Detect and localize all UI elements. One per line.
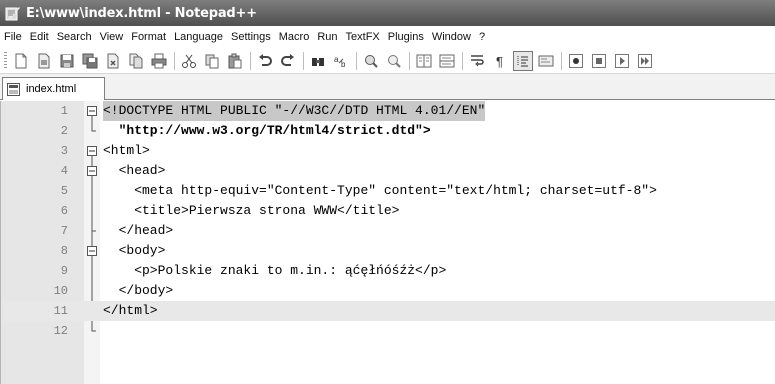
code-line-2[interactable]: 2 "http://www.w3.org/TR/html4/strict.dtd… [1,121,775,141]
copy-icon[interactable] [202,51,222,71]
document-saved-icon [7,82,20,96]
code-line-8[interactable]: 8 <body> [1,241,775,261]
line-9-paragraph: <p>Polskie znaki to m.in.: ąćęłńóśźż</p> [103,263,447,278]
code-editor[interactable]: 1 <!DOCTYPE HTML PUBLIC "-//W3C//DTD HTM… [0,101,775,384]
line-number: 2 [60,124,68,138]
toolbar-separator [409,51,410,70]
title-bar: E:\www\index.html - Notepad++ [0,0,775,26]
menu-macro[interactable]: Macro [275,31,314,43]
window-title: E:\www\index.html - Notepad++ [26,5,257,21]
play-macro-icon[interactable] [612,51,632,71]
tab-label: index.html [26,83,77,95]
close-icon[interactable] [103,51,123,71]
line-number: 1 [60,104,68,118]
paste-icon[interactable] [225,51,245,71]
zoom-out-icon[interactable] [384,51,404,71]
line-number: 11 [53,304,68,318]
line-number: 9 [60,264,68,278]
line-2-doctype-url: "http://www.w3.org/TR/html4/strict.dtd"> [103,123,431,138]
menu-settings[interactable]: Settings [227,31,275,43]
line-number: 5 [60,184,68,198]
toolbar-grip[interactable] [4,51,7,70]
menu-help[interactable]: ? [475,31,489,43]
zoom-in-icon[interactable] [361,51,381,71]
menu-plugins[interactable]: Plugins [384,31,428,43]
save-icon[interactable] [57,51,77,71]
line-number: 6 [60,204,68,218]
replace-icon[interactable]: ab [331,51,351,71]
line-5-meta: <meta http-equiv="Content-Type" content=… [103,183,657,198]
user-language-icon[interactable] [536,51,556,71]
line-7-head-close: </head> [103,223,174,238]
show-all-chars-icon[interactable]: ¶ [490,51,510,71]
toolbar-separator [356,51,357,70]
menu-edit[interactable]: Edit [26,31,53,43]
stop-macro-icon[interactable] [589,51,609,71]
code-line-1[interactable]: 1 <!DOCTYPE HTML PUBLIC "-//W3C//DTD HTM… [1,101,775,121]
tab-index-html[interactable]: index.html [2,77,105,100]
tab-bar: index.html [0,74,775,100]
menu-language[interactable]: Language [170,31,227,43]
menu-search[interactable]: Search [53,31,96,43]
toolbar: ab ¶ [0,48,775,74]
svg-text:a: a [334,55,339,64]
record-macro-icon[interactable] [566,51,586,71]
code-line-5[interactable]: 5 <meta http-equiv="Content-Type" conten… [1,181,775,201]
line-number: 4 [60,164,68,178]
sync-vertical-icon[interactable] [414,51,434,71]
menu-window[interactable]: Window [428,31,475,43]
toolbar-separator [250,51,251,70]
sync-horizontal-icon[interactable] [437,51,457,71]
toolbar-separator [174,51,175,70]
print-icon[interactable] [149,51,169,71]
line-number: 7 [60,224,68,238]
new-file-icon[interactable] [11,51,31,71]
code-line-6[interactable]: 6 <title>Pierwsza strona WWW</title> [1,201,775,221]
toolbar-separator [561,51,562,70]
line-3-html-open: <html> [103,143,150,158]
code-line-7[interactable]: 7 </head> [1,221,775,241]
code-line-3[interactable]: 3 <html> [1,141,775,161]
code-line-12[interactable]: 12 [1,321,775,341]
menu-textfx[interactable]: TextFX [342,31,384,43]
open-file-icon[interactable] [34,51,54,71]
svg-text:b: b [341,60,346,69]
code-line-11-current[interactable]: 11 </html> [1,301,775,321]
line-number: 3 [60,144,68,158]
line-number: 12 [53,324,68,338]
toolbar-separator [303,51,304,70]
line-1-doctype: <!DOCTYPE HTML PUBLIC "-//W3C//DTD HTML … [103,101,486,121]
redo-icon[interactable] [278,51,298,71]
cut-icon[interactable] [179,51,199,71]
menu-format[interactable]: Format [127,31,170,43]
line-8-body-open: <body> [103,243,166,258]
line-number: 8 [60,244,68,258]
svg-text:¶: ¶ [496,54,503,69]
line-number: 10 [53,284,68,298]
menu-bar: File Edit Search View Format Language Se… [0,26,775,48]
find-icon[interactable] [308,51,328,71]
indent-guide-icon[interactable] [513,50,533,71]
code-line-10[interactable]: 10 </body> [1,281,775,301]
toolbar-separator [462,51,463,70]
code-line-4[interactable]: 4 <head> [1,161,775,181]
word-wrap-icon[interactable] [467,51,487,71]
line-11-html-close: </html> [103,303,158,318]
line-10-body-close: </body> [103,283,174,298]
menu-run[interactable]: Run [313,31,341,43]
notepad-app-icon[interactable] [5,5,21,21]
line-4-head-open: <head> [103,163,166,178]
menu-file[interactable]: File [0,31,26,43]
menu-view[interactable]: View [96,31,128,43]
code-line-9[interactable]: 9 <p>Polskie znaki to m.in.: ąćęłńóśźż</… [1,261,775,281]
run-macro-multiple-icon[interactable] [635,51,655,71]
close-all-icon[interactable] [126,51,146,71]
save-all-icon[interactable] [80,51,100,71]
undo-icon[interactable] [255,51,275,71]
line-6-title: <title>Pierwsza strona WWW</title> [103,203,400,218]
